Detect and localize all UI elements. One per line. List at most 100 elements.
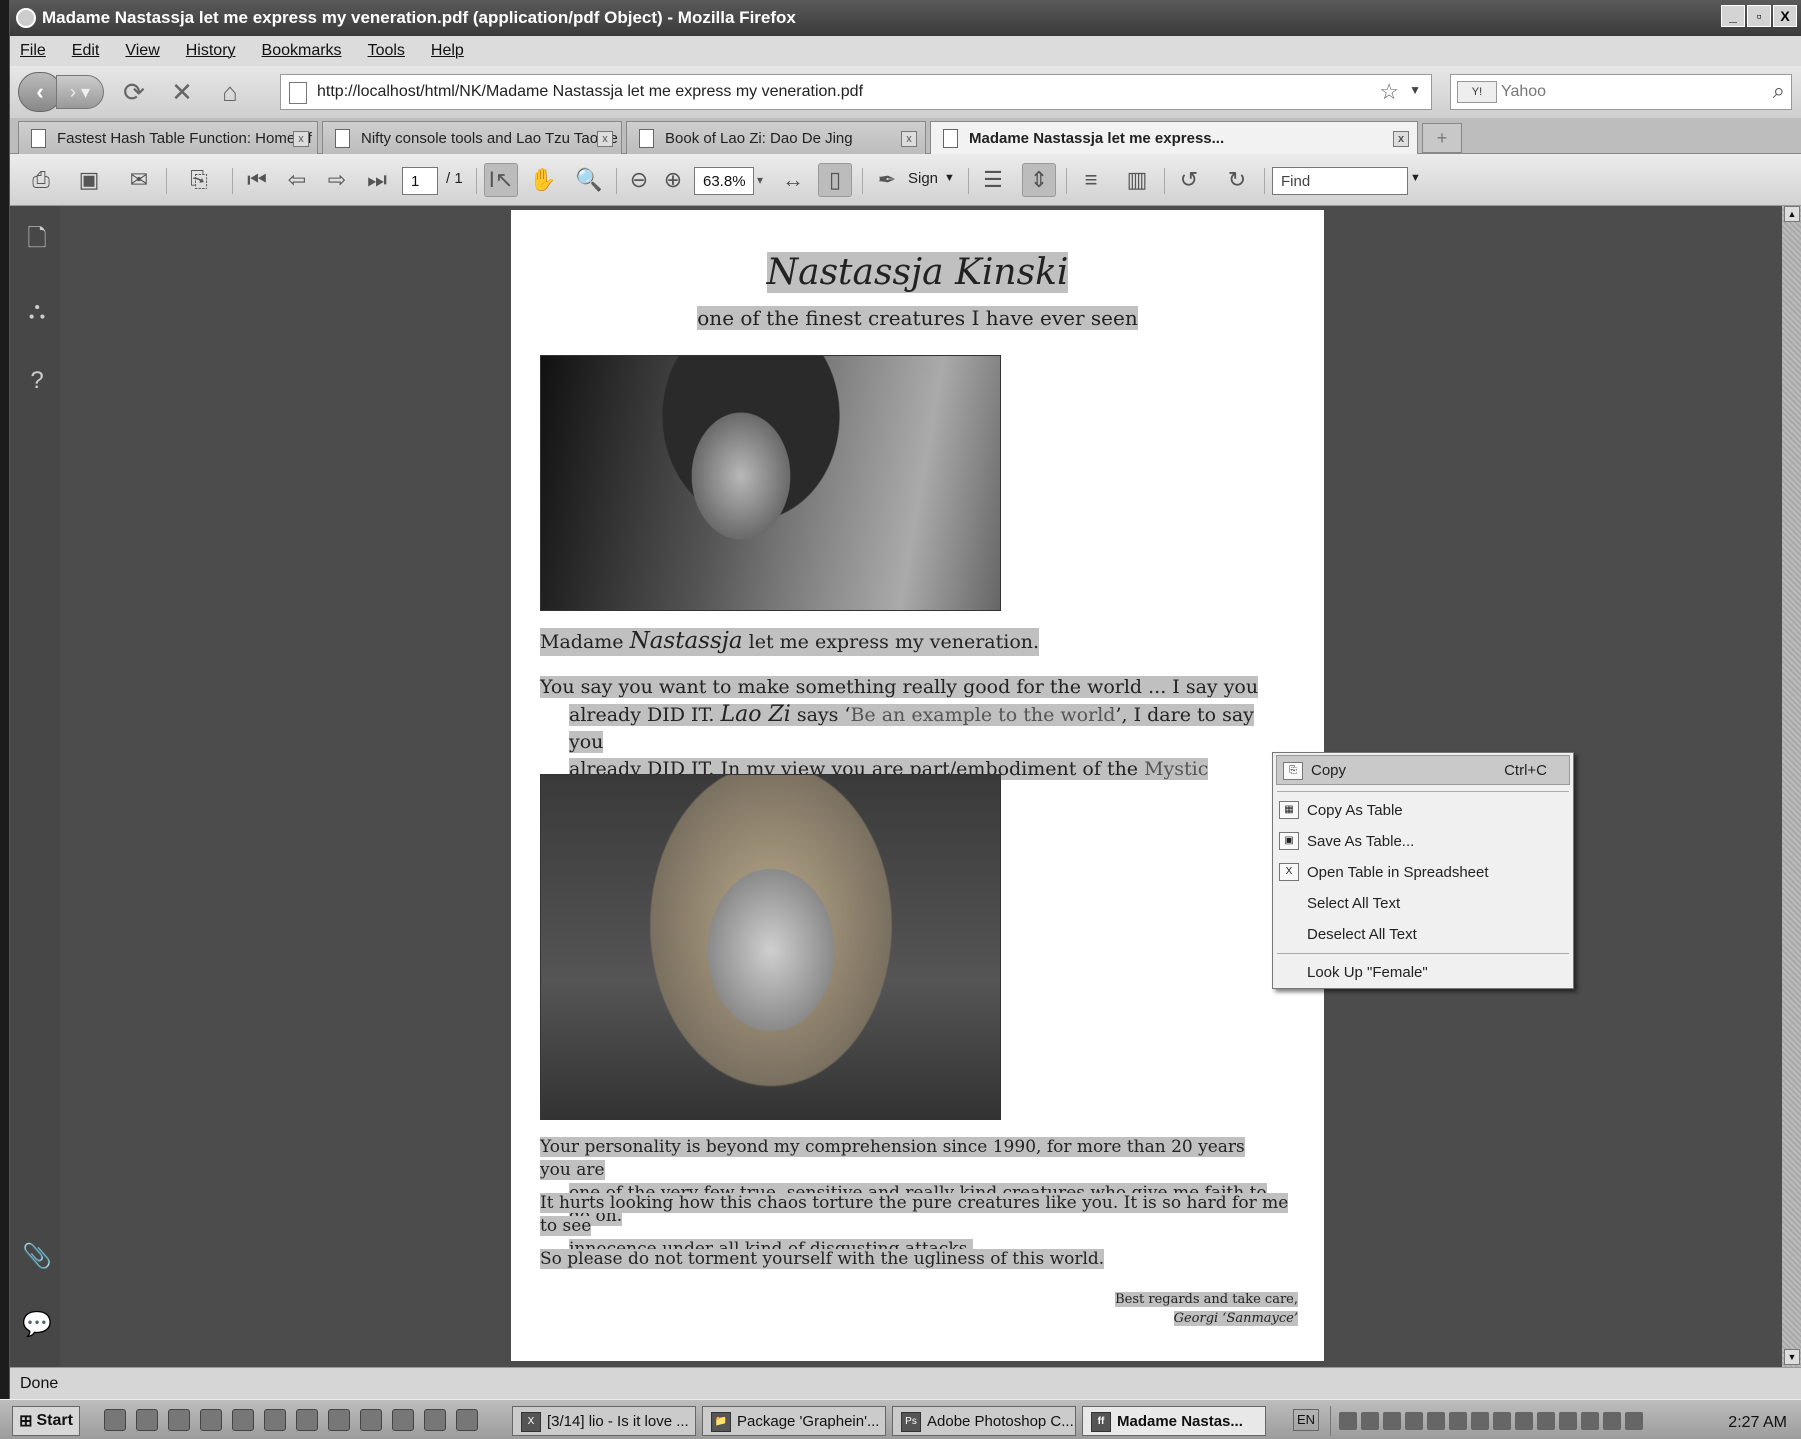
quicklaunch-icon[interactable]	[328, 1409, 350, 1431]
select-tool-icon[interactable]: I↖	[484, 163, 518, 197]
forward-button[interactable]: › ▾	[56, 75, 104, 109]
menu-bookmarks[interactable]: Bookmarks	[262, 42, 342, 60]
taskbar-button-lio[interactable]: X [3/14] lio - Is it love ...	[512, 1406, 696, 1436]
tray-icon[interactable]	[1427, 1412, 1445, 1430]
email-icon[interactable]: ✉	[122, 163, 156, 197]
quicklaunch-icon[interactable]	[136, 1409, 158, 1431]
tray-icon[interactable]	[1471, 1412, 1489, 1430]
tray-icon[interactable]	[1493, 1412, 1511, 1430]
sign-pen-icon[interactable]: ✒	[870, 163, 904, 197]
menu-tools[interactable]: Tools	[368, 42, 405, 60]
quicklaunch-icon[interactable]	[392, 1409, 414, 1431]
two-page-view-icon[interactable]: ▥	[1120, 163, 1154, 197]
menu-file[interactable]: File	[20, 42, 46, 60]
last-page-icon[interactable]: ⏭	[360, 163, 394, 197]
zoom-dropdown-icon[interactable]: ▾	[752, 163, 768, 197]
scroll-down-arrow-icon[interactable]: ▼	[1784, 1349, 1800, 1365]
pages-icon[interactable]: 🗋	[22, 225, 52, 256]
taskbar-button-package[interactable]: 📁 Package 'Graphein'...	[702, 1406, 886, 1436]
share-icon[interactable]: ⎘	[182, 163, 216, 197]
next-page-icon[interactable]: ⇨	[320, 163, 354, 197]
tray-icon[interactable]	[1515, 1412, 1533, 1430]
quicklaunch-icon[interactable]	[296, 1409, 318, 1431]
tray-icon[interactable]	[1559, 1412, 1577, 1430]
tray-icon[interactable]	[1405, 1412, 1423, 1430]
search-icon[interactable]: ⌕	[1773, 78, 1785, 104]
sign-button[interactable]: Sign	[908, 170, 938, 187]
menu-help[interactable]: Help	[431, 42, 464, 60]
menu-item-open-table-spreadsheet[interactable]: X Open Table in Spreadsheet	[1273, 857, 1573, 887]
tray-icon[interactable]	[1581, 1412, 1599, 1430]
quicklaunch-icon[interactable]	[264, 1409, 286, 1431]
sign-dropdown-icon[interactable]: ▼	[944, 172, 955, 184]
help-icon[interactable]: ?	[22, 366, 52, 396]
zoom-out-icon[interactable]: ⊖	[622, 163, 656, 197]
bookmark-star-icon[interactable]: ☆	[1379, 79, 1399, 105]
attachment-icon[interactable]: 📎	[22, 1241, 52, 1271]
url-bar[interactable]: http://localhost/html/NK/Madame Nastassj…	[280, 74, 1432, 110]
menu-edit[interactable]: Edit	[72, 42, 100, 60]
find-binoculars-icon[interactable]: ⛬	[22, 296, 52, 326]
first-page-icon[interactable]: ⏮	[240, 163, 274, 197]
close-tab-icon[interactable]: x	[1393, 131, 1409, 147]
menu-item-copy[interactable]: ⎘ Copy Ctrl+C	[1276, 755, 1570, 785]
taskbar-button-photoshop[interactable]: Ps Adobe Photoshop C...	[892, 1406, 1076, 1436]
find-input[interactable]: Find	[1272, 167, 1408, 195]
tray-icon[interactable]	[1625, 1412, 1643, 1430]
search-input[interactable]: Y! Yahoo ⌕	[1450, 74, 1792, 110]
new-tab-button[interactable]: +	[1422, 123, 1462, 153]
tab-lao-zi[interactable]: Book of Lao Zi: Dao De Jing x	[626, 121, 926, 154]
quicklaunch-icon[interactable]	[200, 1409, 222, 1431]
menu-item-select-all-text[interactable]: Select All Text	[1273, 888, 1573, 918]
close-tab-icon[interactable]: x	[901, 131, 917, 147]
find-dropdown-icon[interactable]: ▼	[1410, 172, 1421, 184]
hand-tool-icon[interactable]: ✋	[526, 163, 560, 197]
minimize-button[interactable]: _	[1721, 5, 1745, 27]
fit-page-icon[interactable]: ▯	[818, 163, 852, 197]
save-icon[interactable]: ▣	[72, 163, 106, 197]
zoom-tool-icon[interactable]: 🔍	[572, 163, 606, 197]
stop-icon[interactable]: ✕	[164, 74, 200, 110]
menu-history[interactable]: History	[186, 42, 236, 60]
rotate-clockwise-icon[interactable]: ↻	[1220, 163, 1254, 197]
url-dropdown-icon[interactable]: ▼	[1409, 83, 1421, 97]
page-number-input[interactable]: 1	[402, 167, 438, 195]
tab-hash-table[interactable]: Fastest Hash Table Function: Home of F..…	[18, 121, 318, 154]
quicklaunch-icon[interactable]	[456, 1409, 478, 1431]
maximize-button[interactable]: ▫	[1747, 5, 1771, 27]
previous-page-icon[interactable]: ⇦	[280, 163, 314, 197]
home-icon[interactable]: ⌂	[212, 74, 248, 110]
single-page-view-icon[interactable]: ☰	[976, 163, 1010, 197]
menu-item-deselect-all-text[interactable]: Deselect All Text	[1273, 919, 1573, 949]
comments-icon[interactable]: 💬	[22, 1309, 52, 1339]
menu-view[interactable]: View	[125, 42, 159, 60]
tab-madame-nastassja[interactable]: Madame Nastassja let me express... x	[930, 121, 1418, 155]
quicklaunch-icon[interactable]	[232, 1409, 254, 1431]
search-engine-icon[interactable]: Y!	[1457, 81, 1497, 103]
taskbar-button-firefox[interactable]: ff Madame Nastas...	[1082, 1406, 1266, 1436]
zoom-input[interactable]: 63.8%	[694, 167, 754, 195]
close-tab-icon[interactable]: x	[597, 131, 613, 147]
scrolling-view-icon[interactable]: ⇕	[1022, 163, 1056, 197]
fit-width-icon[interactable]: ↔	[776, 163, 810, 197]
tray-icon[interactable]	[1339, 1412, 1357, 1430]
start-button[interactable]: ⊞ Start	[12, 1406, 80, 1436]
continuous-view-icon[interactable]: ≡	[1074, 163, 1108, 197]
vertical-scrollbar[interactable]: ▲ ▼	[1782, 206, 1801, 1367]
tray-icon[interactable]	[1383, 1412, 1401, 1430]
language-indicator[interactable]: EN	[1293, 1409, 1319, 1431]
quicklaunch-icon[interactable]	[104, 1409, 126, 1431]
rotate-counterclockwise-icon[interactable]: ↺	[1172, 163, 1206, 197]
quicklaunch-icon[interactable]	[168, 1409, 190, 1431]
print-icon[interactable]: ⎙	[24, 163, 58, 197]
quicklaunch-icon[interactable]	[360, 1409, 382, 1431]
tray-icon[interactable]	[1361, 1412, 1379, 1430]
close-tab-icon[interactable]: x	[293, 131, 309, 147]
menu-item-look-up[interactable]: Look Up "Female"	[1273, 957, 1573, 987]
menu-item-save-as-table[interactable]: ▣ Save As Table...	[1273, 826, 1573, 856]
zoom-in-icon[interactable]: ⊕	[656, 163, 690, 197]
tray-icon[interactable]	[1603, 1412, 1621, 1430]
reload-icon[interactable]: ⟳	[116, 74, 152, 110]
quicklaunch-icon[interactable]	[424, 1409, 446, 1431]
tray-icon[interactable]	[1449, 1412, 1467, 1430]
